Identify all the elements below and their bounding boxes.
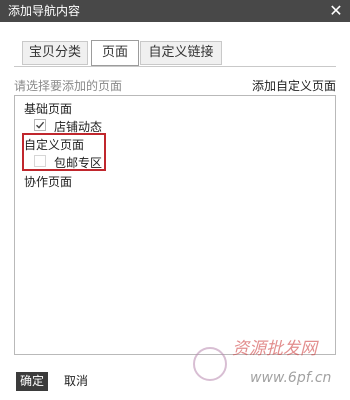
dialog-titlebar: 添加导航内容 ✕ [0, 0, 350, 22]
item-label: 包邮专区 [54, 156, 103, 170]
cancel-button[interactable]: 取消 [64, 372, 88, 391]
group-collab-pages: 协作页面 [24, 175, 73, 189]
select-page-hint: 请选择要添加的页面 [14, 79, 123, 93]
add-custom-page-link[interactable]: 添加自定义页面 [252, 77, 336, 94]
tab-pages[interactable]: 页面 [91, 40, 139, 66]
dialog-title: 添加导航内容 [8, 4, 81, 18]
checkbox-checked[interactable] [34, 119, 46, 131]
svg-text:www.6pf.cn: www.6pf.cn [250, 370, 331, 386]
item-label: 店铺动态 [54, 120, 103, 134]
checkbox-unchecked[interactable] [34, 155, 46, 167]
close-icon[interactable]: ✕ [328, 2, 344, 20]
group-basic-pages: 基础页面 [24, 102, 73, 116]
svg-text:资源批发网: 资源批发网 [232, 339, 319, 359]
check-icon [36, 121, 45, 129]
page-list: 基础页面 店铺动态 自定义页面 包邮专区 协作页面 [14, 95, 336, 355]
tab-custom-link[interactable]: 自定义链接 [140, 41, 222, 65]
tab-divider [14, 66, 336, 67]
group-custom-pages: 自定义页面 [24, 138, 85, 152]
confirm-button[interactable]: 确定 [16, 372, 48, 391]
watermark-logo: 资源批发网 www.6pf.cn [193, 339, 331, 386]
add-nav-dialog: 添加导航内容 ✕ 宝贝分类 页面 自定义链接 请选择要添加的页面 添加自定义页面… [0, 0, 350, 400]
tab-item-category[interactable]: 宝贝分类 [22, 41, 88, 65]
